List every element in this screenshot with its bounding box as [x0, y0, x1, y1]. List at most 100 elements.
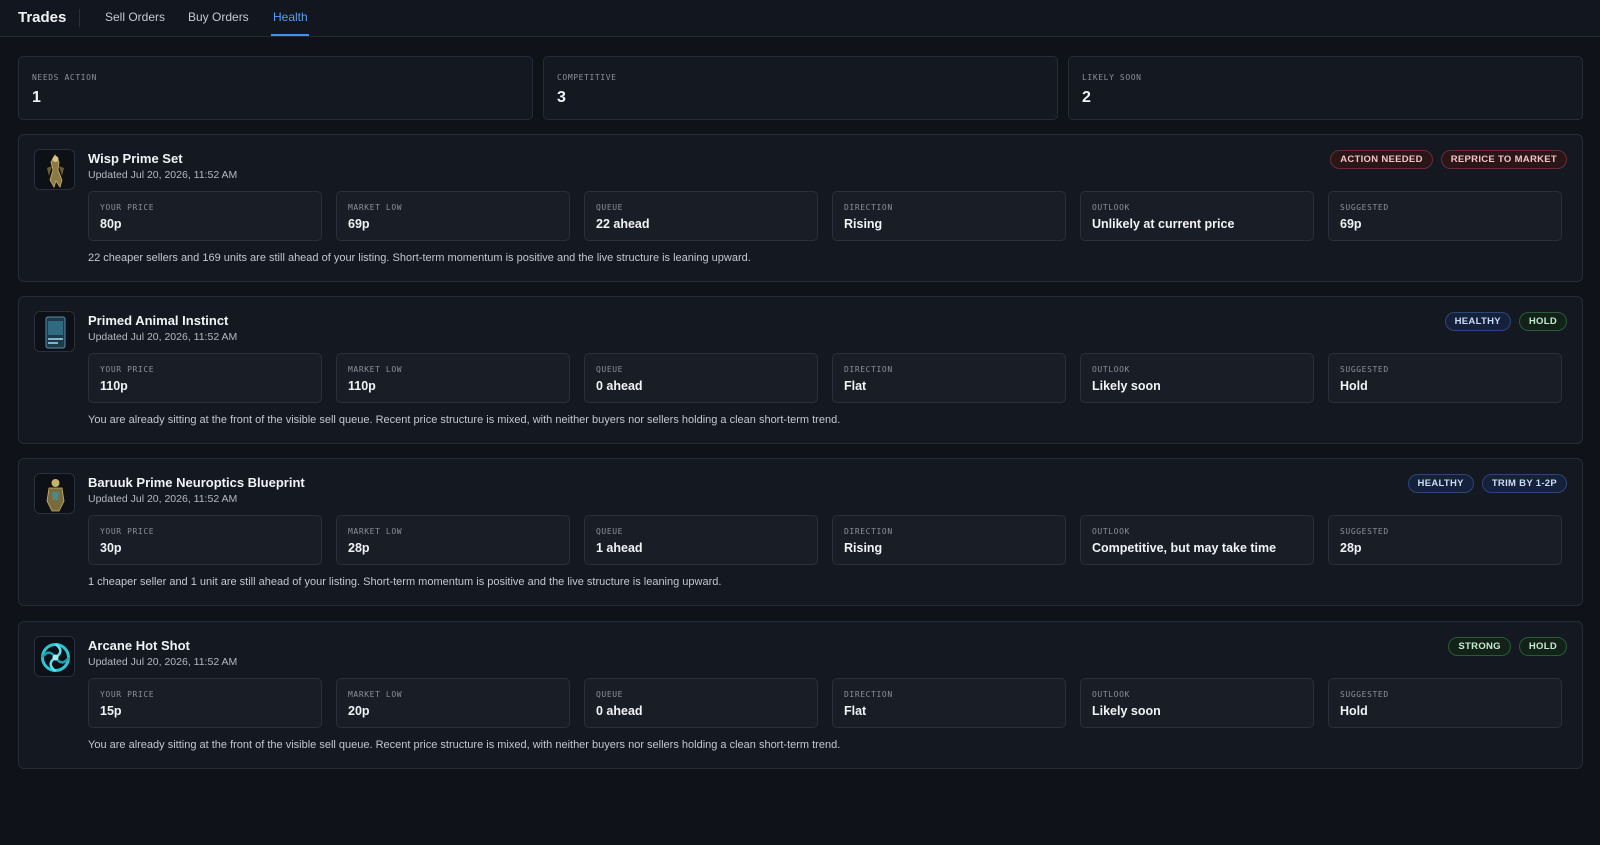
- metric-market-low: MARKET LOW 110p: [336, 353, 570, 403]
- metric-value: Flat: [844, 704, 867, 718]
- item-description: 22 cheaper sellers and 169 units are sti…: [88, 252, 751, 264]
- summary-value: 2: [1082, 89, 1091, 106]
- item-updated-timestamp: Updated Jul 20, 2026, 11:52 AM: [88, 493, 238, 505]
- metric-label: YOUR PRICE: [100, 527, 155, 536]
- metric-value: Likely soon: [1092, 704, 1161, 718]
- item-name: Arcane Hot Shot: [88, 638, 190, 653]
- metric-label: QUEUE: [596, 690, 624, 699]
- arcane-icon: [34, 636, 75, 677]
- item-name: Wisp Prime Set: [88, 151, 183, 166]
- metric-label: SUGGESTED: [1340, 527, 1389, 536]
- metric-value: 80p: [100, 217, 122, 231]
- item-updated-timestamp: Updated Jul 20, 2026, 11:52 AM: [88, 656, 238, 668]
- metric-suggested: SUGGESTED Hold: [1328, 678, 1562, 728]
- status-badge: HEALTHY: [1444, 312, 1511, 331]
- metric-value: 28p: [1340, 541, 1362, 555]
- status-badge: HOLD: [1518, 312, 1567, 331]
- metric-your-price: YOUR PRICE 110p: [88, 353, 322, 403]
- metrics-row: YOUR PRICE 30p MARKET LOW 28p QUEUE 1 ahead DI…: [88, 515, 1568, 565]
- summary-competitive: COMPETITIVE 3: [543, 56, 1058, 120]
- item-updated-timestamp: Updated Jul 20, 2026, 11:52 AM: [88, 331, 238, 343]
- metric-label: SUGGESTED: [1340, 690, 1389, 699]
- metric-value: 69p: [348, 217, 370, 231]
- metric-queue: QUEUE 0 ahead: [584, 353, 818, 403]
- metric-value: Rising: [844, 541, 883, 555]
- top-bar: Trades Sell Orders Buy Orders Health: [0, 0, 1600, 37]
- metric-label: QUEUE: [596, 203, 624, 212]
- status-badge: HOLD: [1518, 637, 1567, 656]
- baruuk-prime-icon: [34, 473, 75, 514]
- metric-outlook: OUTLOOK Unlikely at current price: [1080, 191, 1314, 241]
- metric-value: Likely soon: [1092, 379, 1161, 393]
- metric-label: MARKET LOW: [348, 690, 403, 699]
- summary-likely-soon: LIKELY SOON 2: [1068, 56, 1583, 120]
- status-badges: HEALTHY TRIM BY 1-2P: [1407, 474, 1567, 493]
- active-tab-indicator: [271, 34, 309, 36]
- metric-your-price: YOUR PRICE 80p: [88, 191, 322, 241]
- summary-value: 1: [32, 89, 41, 106]
- title-divider: [79, 9, 80, 27]
- metrics-row: YOUR PRICE 80p MARKET LOW 69p QUEUE 22 ahead D…: [88, 191, 1568, 241]
- metric-your-price: YOUR PRICE 15p: [88, 678, 322, 728]
- metric-label: QUEUE: [596, 365, 624, 374]
- metric-value: 28p: [348, 541, 370, 555]
- metric-value: 0 ahead: [596, 704, 643, 718]
- metric-value: 110p: [100, 379, 128, 393]
- metric-outlook: OUTLOOK Likely soon: [1080, 678, 1314, 728]
- summary-needs-action: NEEDS ACTION 1: [18, 56, 533, 120]
- metric-value: Unlikely at current price: [1092, 217, 1235, 231]
- metric-label: YOUR PRICE: [100, 365, 155, 374]
- metric-queue: QUEUE 1 ahead: [584, 515, 818, 565]
- metric-label: MARKET LOW: [348, 203, 403, 212]
- metrics-row: YOUR PRICE 110p MARKET LOW 110p QUEUE 0 ahead…: [88, 353, 1568, 403]
- metric-value: 20p: [348, 704, 370, 718]
- metric-label: SUGGESTED: [1340, 203, 1389, 212]
- metric-suggested: SUGGESTED 28p: [1328, 515, 1562, 565]
- metrics-row: YOUR PRICE 15p MARKET LOW 20p QUEUE 0 ahead DI…: [88, 678, 1568, 728]
- status-badges: HEALTHY HOLD: [1444, 312, 1567, 331]
- status-badges: STRONG HOLD: [1448, 637, 1567, 656]
- metric-value: Competitive, but may take time: [1092, 541, 1277, 555]
- status-badge: TRIM BY 1-2P: [1481, 474, 1567, 493]
- item-name: Primed Animal Instinct: [88, 313, 229, 328]
- app-title: Trades: [18, 9, 67, 26]
- summary-label: COMPETITIVE: [557, 73, 617, 82]
- summary-label: LIKELY SOON: [1082, 73, 1142, 82]
- metric-queue: QUEUE 0 ahead: [584, 678, 818, 728]
- metric-outlook: OUTLOOK Competitive, but may take time: [1080, 515, 1314, 565]
- wisp-prime-icon: [34, 149, 75, 190]
- metric-label: DIRECTION: [844, 365, 893, 374]
- status-badge: REPRICE TO MARKET: [1440, 150, 1567, 169]
- metric-outlook: OUTLOOK Likely soon: [1080, 353, 1314, 403]
- metric-label: DIRECTION: [844, 690, 893, 699]
- metric-label: QUEUE: [596, 527, 624, 536]
- health-item-card: Primed Animal Instinct Updated Jul 20, 20…: [18, 296, 1583, 444]
- health-item-card: Wisp Prime Set Updated Jul 20, 2026, 11:5…: [18, 134, 1583, 282]
- metric-label: SUGGESTED: [1340, 365, 1389, 374]
- status-badge: ACTION NEEDED: [1330, 150, 1433, 169]
- health-item-card: Baruuk Prime Neuroptics Blueprint Updated…: [18, 458, 1583, 606]
- metric-value: 0 ahead: [596, 379, 643, 393]
- metric-value: Hold: [1340, 704, 1368, 718]
- item-name: Baruuk Prime Neuroptics Blueprint: [88, 475, 305, 490]
- tab-buy-orders[interactable]: Buy Orders: [188, 10, 249, 24]
- metric-label: YOUR PRICE: [100, 690, 155, 699]
- metric-market-low: MARKET LOW 28p: [336, 515, 570, 565]
- metric-direction: DIRECTION Flat: [832, 353, 1066, 403]
- metric-label: MARKET LOW: [348, 365, 403, 374]
- item-description: 1 cheaper seller and 1 unit are still ah…: [88, 576, 722, 588]
- tab-health[interactable]: Health: [273, 10, 308, 24]
- metric-label: OUTLOOK: [1092, 203, 1130, 212]
- metric-value: 69p: [1340, 217, 1362, 231]
- tab-sell-orders[interactable]: Sell Orders: [105, 10, 165, 24]
- metric-queue: QUEUE 22 ahead: [584, 191, 818, 241]
- metric-value: Rising: [844, 217, 883, 231]
- metric-label: OUTLOOK: [1092, 527, 1130, 536]
- metric-suggested: SUGGESTED 69p: [1328, 191, 1562, 241]
- item-updated-timestamp: Updated Jul 20, 2026, 11:52 AM: [88, 169, 238, 181]
- metric-label: DIRECTION: [844, 527, 893, 536]
- item-description: You are already sitting at the front of …: [88, 739, 841, 751]
- item-description: You are already sitting at the front of …: [88, 414, 841, 426]
- metric-your-price: YOUR PRICE 30p: [88, 515, 322, 565]
- metric-label: MARKET LOW: [348, 527, 403, 536]
